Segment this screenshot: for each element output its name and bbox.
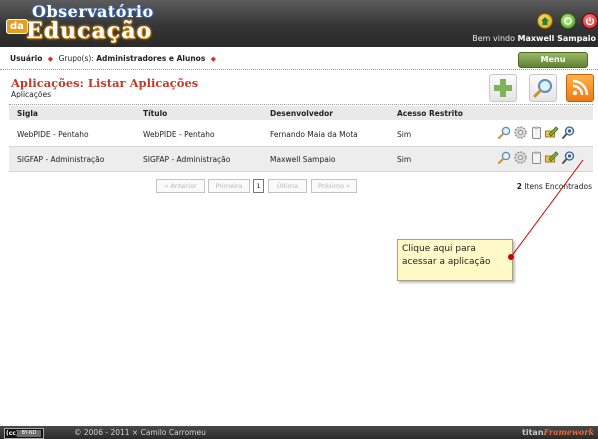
cc-badge-terms: BY-ND — [17, 430, 41, 437]
cell-titulo: SIGFAP - Administração — [143, 155, 231, 164]
items-count: 2 — [516, 182, 522, 191]
cc-license-badge[interactable]: (cc) BY-ND — [4, 428, 44, 439]
search-icon — [533, 79, 552, 98]
clipboard-icon[interactable] — [529, 125, 544, 140]
header: Observatório da Educação Bem vindo Maxwe… — [0, 0, 598, 47]
column-header-titulo[interactable]: Título — [143, 109, 167, 118]
add-icon — [494, 79, 512, 97]
last-page-button[interactable]: Última — [268, 179, 307, 193]
rss-button[interactable] — [566, 74, 594, 102]
current-page[interactable]: 1 — [253, 179, 264, 193]
diamond-icon: ◆ — [210, 55, 217, 63]
callout-box: Clique aqui para acessar a aplicação — [397, 239, 513, 281]
row-actions — [497, 125, 585, 143]
cell-desenvolvedor: Maxwell Sampaio — [270, 155, 336, 164]
cell-sigla: SIGFAP - Administração — [17, 155, 105, 164]
access-icon[interactable] — [561, 125, 576, 140]
breadcrumb[interactable]: Aplicações — [11, 90, 51, 99]
table-header: Sigla Título Desenvolvedor Acesso Restri… — [9, 106, 593, 120]
footer: (cc) BY-ND © 2006 - 2011 × Camilo Carrom… — [0, 426, 598, 439]
column-header-acesso-restrito[interactable]: Acesso Restrito — [397, 109, 463, 118]
edit-icon[interactable] — [544, 150, 559, 165]
user-label: Usuário — [10, 54, 43, 63]
cell-titulo: WebPIDE - Pentaho — [143, 130, 215, 139]
logo-line2: Educação — [26, 18, 153, 44]
column-header-desenvolvedor[interactable]: Desenvolvedor — [270, 109, 333, 118]
groups-label: Grupo(s): — [58, 54, 94, 63]
divider — [9, 104, 593, 105]
view-icon[interactable] — [497, 125, 512, 140]
clipboard-icon[interactable] — [529, 150, 544, 165]
rss-icon — [572, 79, 589, 96]
welcome-user: Maxwell Sampaio — [517, 34, 596, 43]
logo-prefix: da — [6, 19, 28, 34]
framework-logo-part2: Framework — [543, 427, 594, 437]
cell-acesso: Sim — [397, 130, 412, 139]
next-page-button[interactable]: Próximo » — [311, 179, 357, 193]
logo[interactable]: Observatório da Educação — [6, 2, 156, 44]
search-button[interactable] — [529, 74, 557, 102]
column-header-sigla[interactable]: Sigla — [17, 109, 38, 118]
logout-icon[interactable] — [582, 13, 598, 29]
access-icon[interactable] — [561, 150, 576, 165]
page-title: Aplicações: Listar Aplicações — [11, 76, 199, 90]
prev-page-button[interactable]: « Anterior — [156, 179, 205, 193]
items-count-label: Itens Encontrados — [524, 182, 592, 191]
table-row[interactable]: SIGFAP - Administração SIGFAP - Administ… — [9, 147, 593, 172]
row-actions — [497, 150, 585, 168]
home-icon[interactable] — [537, 13, 553, 29]
copyright-text: © 2006 - 2011 × Camilo Carromeu — [74, 428, 206, 437]
welcome-text: Bem vindo Maxwell Sampaio — [472, 34, 596, 43]
view-icon[interactable] — [497, 150, 512, 165]
settings-icon[interactable] — [513, 125, 528, 140]
groups-value: Administradores e Alunos — [96, 54, 206, 63]
welcome-prefix: Bem vindo — [472, 34, 515, 43]
edit-icon[interactable] — [544, 125, 559, 140]
framework-logo-part1: titan — [522, 428, 544, 437]
add-button[interactable] — [489, 74, 517, 102]
user-bar: Usuário ◆ Grupo(s): Administradores e Al… — [0, 47, 598, 70]
diamond-icon: ◆ — [47, 55, 54, 63]
callout-text: Clique aqui para acessar a aplicação — [402, 244, 491, 267]
cell-sigla: WebPIDE - Pentaho — [17, 130, 89, 139]
table-row[interactable]: WebPIDE - Pentaho WebPIDE - Pentaho Fern… — [9, 122, 593, 147]
first-page-button[interactable]: Primeira — [208, 179, 250, 193]
menu-button[interactable]: Menu — [518, 52, 588, 68]
settings-icon[interactable] — [513, 150, 528, 165]
callout-dot — [508, 254, 514, 260]
framework-logo[interactable]: titanFramework — [522, 427, 594, 437]
cell-acesso: Sim — [397, 155, 412, 164]
cell-desenvolvedor: Fernando Maia da Mota — [270, 130, 358, 139]
help-icon[interactable] — [560, 13, 576, 29]
items-found: 2 Itens Encontrados — [517, 182, 592, 191]
